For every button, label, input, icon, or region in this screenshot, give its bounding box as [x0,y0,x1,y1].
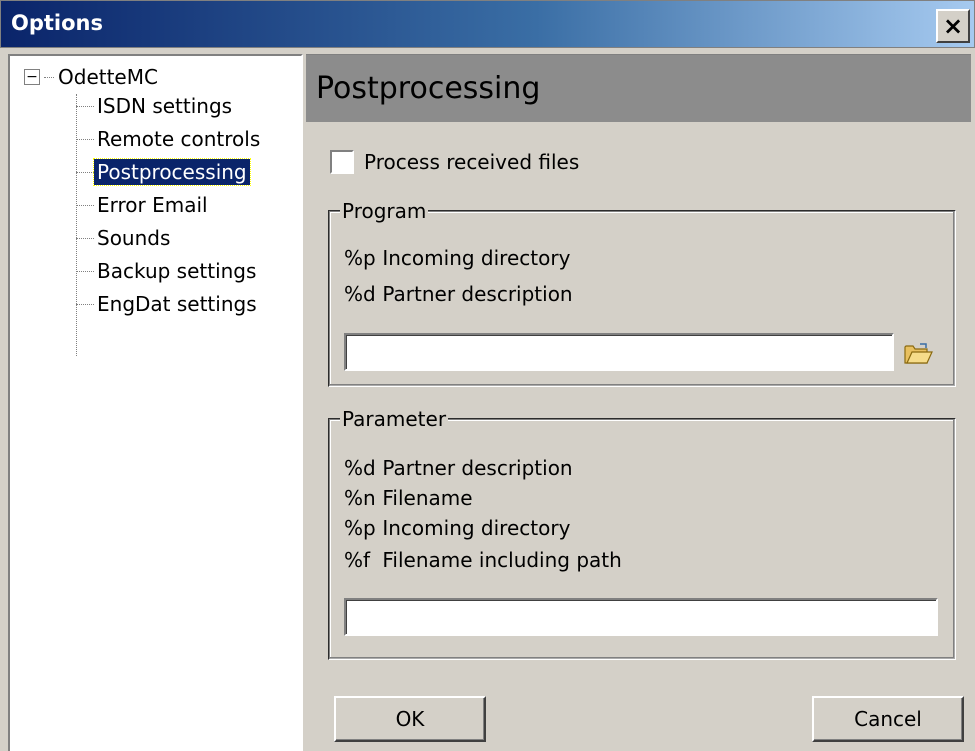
tree-item-label: ISDN settings [97,94,233,118]
process-received-files-checkbox[interactable] [330,150,354,174]
program-hint: %p Incoming directory [344,246,571,270]
program-hint: %d Partner description [344,282,573,306]
parameter-hint: %f Filename including path [344,548,622,572]
parameter-hint: %n Filename [344,486,473,510]
parameter-input[interactable] [344,598,938,636]
collapse-icon[interactable]: − [24,69,40,85]
program-group: Program %p Incoming directory %d Partner… [328,199,956,387]
panel-header: Postprocessing [306,54,971,122]
window-title: Options [11,11,103,35]
parameter-group: Parameter %d Partner description %n File… [328,407,956,660]
tree-item-label: Sounds [97,226,171,250]
close-button[interactable]: × [936,9,970,43]
title-bar: Options × [0,0,975,48]
page-title: Postprocessing [316,71,541,106]
browse-program-button[interactable] [902,338,934,370]
options-tree[interactable]: − OdetteMC ISDN settings Remote controls… [8,54,303,751]
parameter-group-legend: Parameter [340,407,449,431]
tree-item-isdn-settings[interactable]: ISDN settings [76,92,235,120]
tree-item-engdat-settings[interactable]: EngDat settings [76,290,260,318]
program-path-input[interactable] [344,333,894,371]
tree-root[interactable]: − OdetteMC [24,64,158,90]
parameter-hint: %d Partner description [344,456,573,480]
tree-item-label: EngDat settings [97,292,257,316]
program-group-legend: Program [340,199,429,223]
ok-button[interactable]: OK [334,696,486,742]
tree-item-sounds[interactable]: Sounds [76,224,173,252]
tree-item-backup-settings[interactable]: Backup settings [76,257,259,285]
process-received-files-option[interactable]: Process received files [330,148,579,176]
tree-item-label: Error Email [97,193,208,217]
tree-item-postprocessing[interactable]: Postprocessing [76,158,251,186]
tree-item-label: Backup settings [97,259,257,283]
tree-item-label: Remote controls [97,127,261,151]
tree-root-label: OdetteMC [58,65,158,89]
close-icon: × [942,12,964,40]
process-received-files-label: Process received files [364,150,580,174]
tree-item-remote-controls[interactable]: Remote controls [76,125,263,153]
tree-item-label: Postprocessing [93,158,251,186]
tree-connector [44,76,54,78]
folder-open-icon [904,343,933,364]
tree-item-error-email[interactable]: Error Email [76,191,211,219]
parameter-hint: %p Incoming directory [344,516,571,540]
cancel-button[interactable]: Cancel [812,696,964,742]
